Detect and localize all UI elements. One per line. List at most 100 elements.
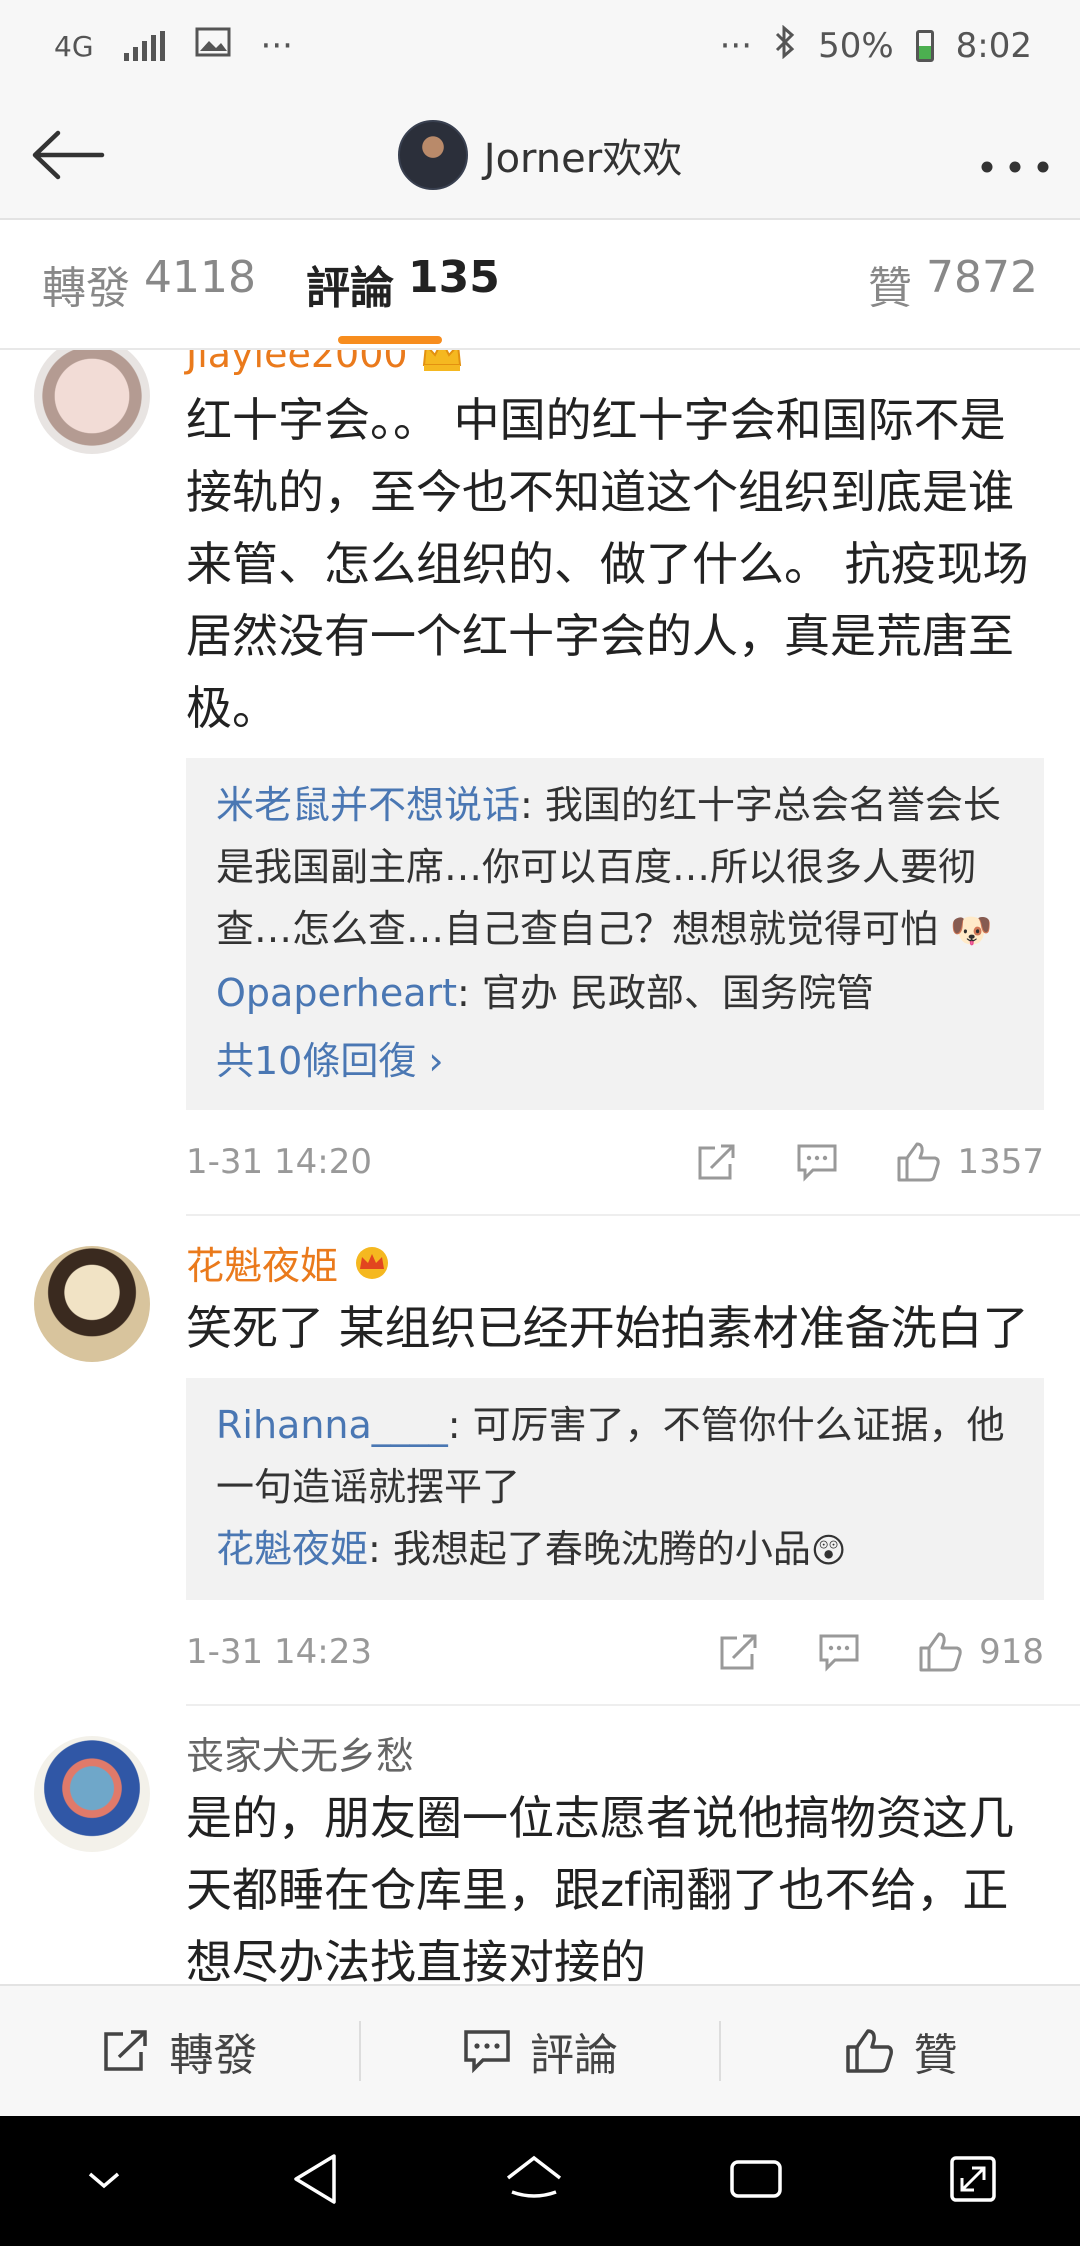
notification-dots: ··· [260, 26, 293, 66]
like-button[interactable]: 1357 [895, 1140, 1044, 1184]
active-tab-indicator [338, 336, 442, 344]
back-button[interactable] [30, 115, 110, 195]
clock: 8:02 [955, 26, 1032, 66]
comment-username[interactable]: Jiaylee2000 [186, 350, 1044, 384]
network-indicator: 4G [54, 29, 94, 63]
comment-item: Jiaylee2000 红十字会。。 中国的红十字会和国际不是接轨的，至今也不知… [0, 350, 1080, 1216]
username-text: Jiaylee2000 [186, 350, 408, 376]
battery-percent: 50% [818, 26, 894, 66]
home-icon [506, 2155, 562, 2198]
comment-username[interactable]: 丧家犬无乡愁 [186, 1722, 1044, 1782]
back-arrow-icon [32, 130, 105, 180]
comment-meta: 1-31 14:23 918 [186, 1600, 1044, 1704]
comment-list[interactable]: Jiaylee2000 红十字会。。 中国的红十字会和国际不是接轨的，至今也不知… [0, 350, 1080, 1984]
username-text: 丧家犬无乡愁 [186, 1733, 415, 1778]
tab-label: 贊 [868, 263, 913, 314]
signal-icon [123, 31, 165, 61]
like-count: 918 [979, 1632, 1044, 1672]
like-label: 贊 [913, 2030, 958, 2081]
reply-username[interactable]: 米老鼠并不想说话 [216, 783, 520, 827]
comment-text: 红十字会。。 中国的红十字会和国际不是接轨的，至今也不知道这个组织到底是谁来管、… [186, 393, 1029, 735]
comment-button[interactable]: 評論 [358, 2021, 720, 2081]
image-icon [195, 26, 231, 66]
repost-label: 轉發 [169, 2030, 258, 2081]
share-button[interactable] [717, 1632, 761, 1672]
recents-nav-button[interactable] [728, 2156, 784, 2206]
tab-reposts[interactable]: 轉發 4118 [42, 252, 256, 316]
reply-box[interactable]: Rihanna____: 可厉害了，不管你什么证据，他一句造谣就摆平了 花魁夜姫… [186, 1378, 1044, 1600]
reply-username[interactable]: Rihanna____ [216, 1403, 448, 1447]
author-avatar[interactable] [397, 120, 468, 190]
comment-meta: 1-31 14:20 1357 [186, 1110, 1044, 1214]
back-nav-button[interactable] [290, 2152, 340, 2210]
more-dots-icon [981, 161, 1049, 172]
like-button[interactable]: 918 [917, 1630, 1044, 1674]
comment-icon [464, 2030, 510, 2074]
system-nav-bar [0, 2116, 1080, 2246]
tab-comments[interactable]: 評論 135 [306, 252, 500, 316]
bluetooth-icon [774, 24, 796, 68]
expand-icon [950, 2156, 996, 2202]
reply-text: : 我想起了春晚沈腾的小品 [368, 1527, 811, 1571]
thumbs-up-icon [897, 1142, 941, 1182]
comment-username[interactable]: 花魁夜姫 [186, 1232, 1044, 1292]
tab-label: 轉發 [42, 263, 130, 314]
vip-crown-icon [356, 1247, 389, 1279]
vip-crown-icon [422, 350, 461, 371]
bottom-action-bar: 轉發 評論 贊 [0, 1984, 1080, 2116]
reply-button[interactable] [795, 1142, 839, 1182]
reply-item: Opaperheart: 官办 民政部、国务院管 [216, 962, 1014, 1024]
tab-count: 7872 [926, 252, 1038, 303]
thumbs-up-icon [845, 2029, 893, 2073]
reply-item: Rihanna____: 可厉害了，不管你什么证据，他一句造谣就摆平了 [216, 1394, 1014, 1518]
more-replies-link[interactable]: 共10條回復 › [216, 1030, 1014, 1092]
more-options-button[interactable] [980, 124, 1050, 187]
share-icon [720, 1634, 757, 1670]
share-icon [698, 1144, 735, 1180]
thumbs-up-icon [919, 1632, 962, 1672]
comment-label: 評論 [530, 2030, 618, 2081]
back-triangle-icon [294, 2154, 336, 2204]
reply-item: 米老鼠并不想说话: 我国的红十字总会名誉会长是我国副主席…你可以百度…所以很多人… [216, 774, 1014, 962]
username-text: 花魁夜姫 [186, 1243, 339, 1288]
avatar[interactable] [34, 1246, 150, 1362]
chevron-down-icon [88, 2172, 120, 2189]
reply-button[interactable] [817, 1632, 861, 1672]
comment-icon [797, 1144, 837, 1182]
like-count: 1357 [957, 1142, 1044, 1182]
repost-button[interactable]: 轉發 [0, 2021, 359, 2081]
comment-time: 1-31 14:23 [186, 1632, 372, 1672]
tab-count: 4118 [144, 252, 256, 303]
top-nav: Jorner欢欢 [0, 92, 1080, 220]
expand-nav-button[interactable] [948, 2154, 998, 2208]
comment-item: 花魁夜姫 笑死了 某组织已经开始拍素材准备洗白了 Rihanna____: 可厉… [0, 1232, 1080, 1706]
notification-dots-right: ··· [719, 26, 753, 66]
page-title: Jorner欢欢 [483, 136, 683, 182]
comment-item: 丧家犬无乡愁 是的，朋友圈一位志愿者说他搞物资这几天都睡在仓库里，跟zf闹翻了也… [0, 1722, 1080, 1984]
reply-username[interactable]: Opaperheart [216, 971, 457, 1015]
comment-icon [819, 1634, 859, 1672]
share-icon [104, 2030, 148, 2071]
battery-icon [915, 30, 934, 62]
reply-username[interactable]: 花魁夜姫 [216, 1527, 368, 1571]
reply-box[interactable]: 米老鼠并不想说话: 我国的红十字总会名誉会长是我国副主席…你可以百度…所以很多人… [186, 758, 1044, 1110]
status-bar: 4G ··· ··· 50% 8:02 [0, 0, 1080, 92]
reply-text: : 官办 民政部、国务院管 [457, 971, 875, 1015]
tab-likes[interactable]: 贊 7872 [868, 252, 1038, 316]
recents-icon [730, 2160, 782, 2198]
home-nav-button[interactable] [504, 2154, 564, 2208]
tab-bar: 轉發 4118 評論 135 贊 7872 [0, 220, 1080, 350]
comment-text: 笑死了 某组织已经开始拍素材准备洗白了 [186, 1301, 1029, 1355]
tab-count: 135 [408, 252, 500, 303]
comment-time: 1-31 14:20 [186, 1142, 372, 1182]
avatar[interactable] [34, 1736, 150, 1852]
surprised-emoji-icon: 😲 [810, 1531, 847, 1571]
share-button[interactable] [695, 1142, 739, 1182]
hide-keyboard-button[interactable] [82, 2164, 126, 2198]
comment-text: 是的，朋友圈一位志愿者说他搞物资这几天都睡在仓库里，跟zf闹翻了也不给，正想尽办… [186, 1791, 1014, 1984]
avatar[interactable] [34, 350, 150, 454]
doge-emoji-icon: 🐶 [950, 911, 993, 951]
reply-item: 花魁夜姫: 我想起了春晚沈腾的小品😲 [216, 1518, 1014, 1582]
like-button-bottom[interactable]: 贊 [719, 2021, 1080, 2081]
tab-label: 評論 [306, 263, 394, 314]
